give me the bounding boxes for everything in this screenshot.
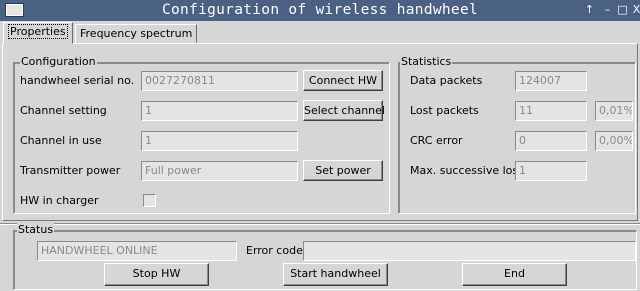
data-packets-label: Data packets	[410, 74, 483, 87]
crc-error-percent-field: 0,00%	[595, 131, 633, 151]
stop-hw-button[interactable]: Stop HW	[104, 263, 209, 286]
max-successive-lost-field: 1	[515, 161, 587, 181]
tab-properties[interactable]: Properties	[3, 22, 73, 44]
up-arrow-icon[interactable]: ↑	[582, 3, 597, 17]
set-power-button[interactable]: Set power	[303, 160, 383, 181]
crc-error-label: CRC error	[410, 134, 463, 147]
transmitter-power-label: Transmitter power	[20, 164, 121, 177]
channel-setting-label: Channel setting	[20, 104, 107, 117]
lost-packets-label: Lost packets	[410, 104, 479, 117]
maximize-icon[interactable]: □	[615, 3, 630, 17]
separator	[0, 223, 640, 225]
end-button[interactable]: End	[462, 263, 567, 286]
error-code-label: Error code	[246, 244, 303, 257]
connect-hw-button[interactable]: Connect HW	[303, 70, 383, 91]
window-title: Configuration of wireless handwheel	[161, 2, 479, 18]
hw-in-charger-label: HW in charger	[20, 194, 99, 207]
minimize-icon[interactable]: –	[600, 3, 615, 17]
crc-error-field: 0	[515, 131, 587, 151]
select-channel-button[interactable]: Select channel	[303, 100, 385, 121]
data-packets-field: 124007	[515, 71, 587, 91]
transmitter-power-field[interactable]: Full power	[141, 161, 298, 181]
serial-field[interactable]: 0027270811	[141, 71, 298, 91]
max-successive-lost-label: Max. successive lost	[410, 164, 523, 177]
serial-label: handwheel serial no.	[20, 74, 135, 87]
title-bar: Configuration of wireless handwheel ↑ – …	[0, 0, 640, 21]
start-handwheel-button[interactable]: Start handwheel	[283, 263, 388, 286]
tab-frequency-spectrum[interactable]: Frequency spectrum	[75, 24, 198, 43]
lost-packets-field: 11	[515, 101, 587, 121]
status-field: HANDWHEEL ONLINE	[37, 241, 237, 261]
statistics-legend: Statistics	[400, 55, 453, 69]
hw-in-charger-checkbox[interactable]	[143, 194, 156, 207]
configuration-legend: Configuration	[20, 55, 97, 69]
error-code-field	[303, 241, 636, 261]
lost-packets-percent-field: 0,01%	[595, 101, 633, 121]
status-legend: Status	[17, 223, 55, 237]
channel-setting-field[interactable]: 1	[141, 101, 298, 121]
channel-in-use-field: 1	[141, 131, 298, 151]
channel-in-use-label: Channel in use	[20, 134, 102, 147]
close-icon[interactable]: X	[629, 3, 640, 17]
